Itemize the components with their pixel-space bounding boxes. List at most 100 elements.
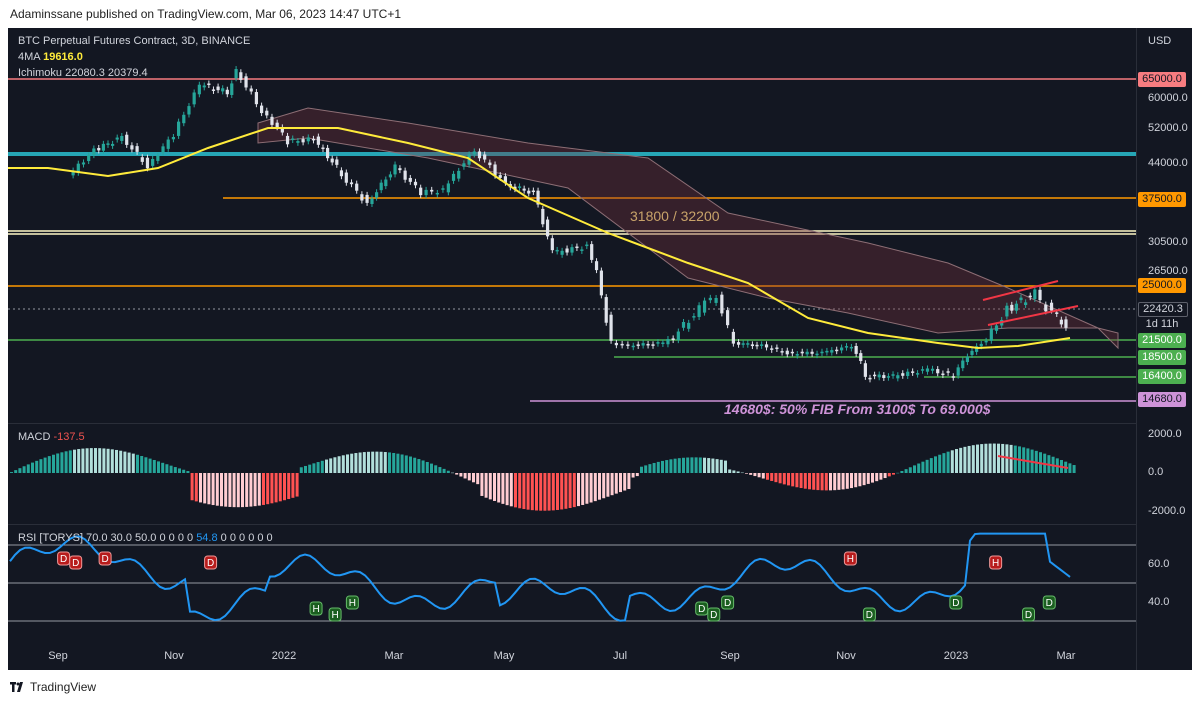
candle-body — [446, 183, 450, 193]
macd-bar — [589, 473, 593, 503]
candle-body — [192, 92, 196, 105]
candle-body — [891, 374, 895, 376]
macd-bar — [371, 451, 375, 473]
level-label-14680[interactable]: 14680.0 — [1138, 392, 1186, 407]
candle-body — [182, 114, 186, 124]
ma-legend[interactable]: 4MA 19616.0 — [18, 51, 83, 63]
rsi-params: 70.0 30.0 50.0 0 0 0 0 — [86, 532, 194, 544]
macd-bar — [522, 473, 526, 510]
candle-body — [780, 351, 784, 353]
resistance-zone-annotation[interactable]: 31800 / 32200 — [630, 208, 720, 224]
candle-body — [225, 89, 229, 95]
macd-bar — [39, 459, 43, 473]
macd-bar — [774, 473, 778, 483]
macd-bar — [262, 473, 265, 505]
candle-body — [207, 83, 211, 86]
candle-body — [666, 339, 670, 345]
macd-bar — [711, 458, 715, 473]
candle-body — [211, 89, 216, 91]
macd-bar — [816, 473, 820, 491]
macd-bar — [472, 473, 475, 483]
macd-bar — [913, 465, 916, 473]
candle-body — [522, 188, 526, 191]
candle-body — [275, 122, 279, 128]
macd-bar — [110, 449, 114, 473]
candle-body — [115, 137, 119, 140]
chart-canvas[interactable]: D D D DHHHDDDHDDHDD — [8, 28, 1192, 670]
macd-bar — [614, 473, 618, 494]
candle-body — [435, 192, 439, 195]
price-tick-44000: 44000.0 — [1148, 157, 1188, 169]
level-label-65000[interactable]: 65000.0 — [1138, 72, 1186, 87]
candle-body — [790, 351, 794, 354]
candle-body — [620, 343, 624, 346]
macd-bar — [10, 472, 13, 473]
pane-separator-macd-rsi[interactable] — [8, 524, 1136, 525]
rsi-legend[interactable]: RSI [TORYS] 70.0 30.0 50.0 0 0 0 0 54.8 … — [18, 532, 273, 544]
macd-bar — [224, 473, 228, 507]
macd-legend[interactable]: MACD -137.5 — [18, 431, 85, 443]
candle-body — [430, 189, 434, 192]
level-label-16400[interactable]: 16400.0 — [1138, 369, 1186, 384]
level-label-37500[interactable]: 37500.0 — [1138, 192, 1186, 207]
macd-bar — [728, 469, 732, 473]
tradingview-logo-icon — [10, 682, 26, 692]
candle-body — [92, 148, 96, 156]
macd-bar — [43, 457, 47, 473]
candle-body — [140, 157, 144, 162]
x-tick-sep-2022: Sep — [720, 650, 740, 662]
macd-bar — [358, 452, 362, 473]
candle-body — [594, 261, 599, 271]
candle-body — [316, 136, 320, 145]
candle-body — [764, 344, 769, 348]
candle-body — [249, 88, 253, 92]
candle-body — [989, 328, 993, 341]
macd-bar — [866, 473, 870, 484]
macd-bar — [942, 453, 946, 473]
candle-body — [265, 110, 269, 116]
macd-bar — [1072, 465, 1076, 473]
chart-frame[interactable]: DDDDHHHDDDHDDHDD BTC Perpetual Futures C… — [8, 28, 1192, 670]
rsi-signal-label: H — [847, 554, 854, 565]
price-tick-52000: 52000.0 — [1148, 122, 1188, 134]
candle-body — [1014, 303, 1018, 311]
candle-body — [868, 377, 872, 380]
candle-body — [393, 164, 397, 175]
macd-tick-2000: 2000.0 — [1148, 428, 1182, 440]
candle-body — [125, 134, 129, 145]
macd-bar — [136, 454, 139, 473]
candle-body — [770, 348, 774, 350]
current-price-label[interactable]: 22420.3 — [1138, 302, 1188, 317]
candle-body — [330, 158, 334, 163]
macd-bar — [610, 473, 614, 496]
publish-info: Adaminssane published on TradingView.com… — [10, 7, 402, 21]
candle-body — [970, 350, 974, 355]
macd-bar — [488, 473, 492, 500]
candle-body — [101, 143, 105, 151]
level-label-18500[interactable]: 18500.0 — [1138, 350, 1186, 365]
macd-bar — [526, 473, 530, 510]
macd-bar — [35, 460, 39, 473]
macd-bar — [644, 465, 648, 473]
candle-body — [472, 151, 476, 155]
candle-body — [941, 373, 945, 376]
candle-body — [477, 151, 482, 159]
candle-body — [344, 172, 348, 183]
macd-bar — [984, 443, 988, 473]
rsi-signal-label: D — [698, 604, 705, 615]
macd-bar — [257, 473, 261, 506]
ichimoku-legend[interactable]: Ichimoku 22080.3 20379.4 — [18, 67, 148, 79]
rsi-signal-label: D — [1046, 598, 1053, 609]
candle-body — [854, 345, 858, 354]
symbol-legend[interactable]: BTC Perpetual Futures Contract, 3D, BINA… — [18, 35, 250, 47]
fib-annotation[interactable]: 14680$: 50% FIB From 3100$ To 69.000$ — [724, 401, 990, 417]
macd-bar — [665, 460, 669, 473]
macd-bar — [677, 458, 681, 473]
macd-bar — [249, 473, 253, 507]
candle-body — [575, 246, 579, 249]
pane-separator-price-macd[interactable] — [8, 423, 1136, 424]
level-label-21500[interactable]: 21500.0 — [1138, 333, 1186, 348]
level-label-25000[interactable]: 25000.0 — [1138, 278, 1186, 293]
publish-header: Adaminssane published on TradingView.com… — [0, 0, 1200, 28]
macd-bar — [333, 457, 337, 473]
